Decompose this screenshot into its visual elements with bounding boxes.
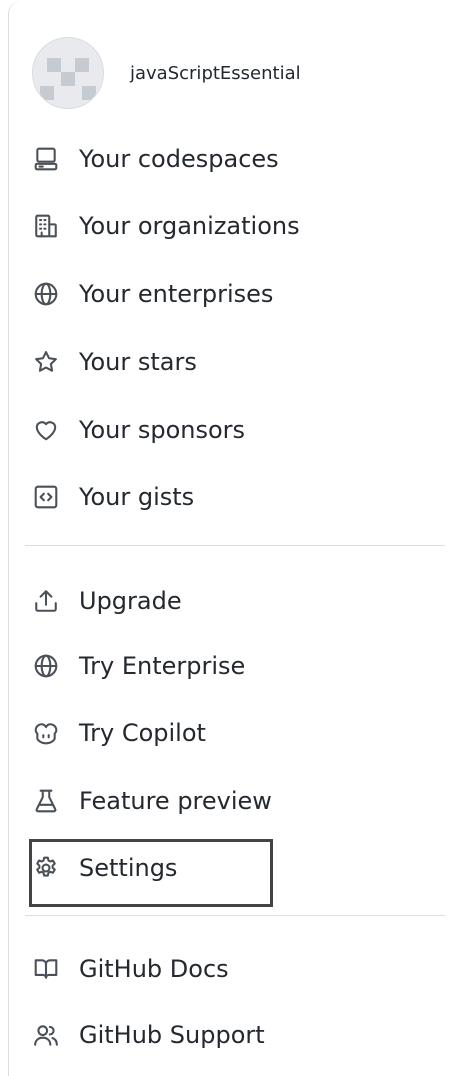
menu-item-label: Try Enterprise [79,652,246,680]
copilot-icon [33,720,59,746]
globe-icon [33,281,59,307]
menu-item-label: Settings [79,854,178,882]
organization-icon [33,213,59,239]
menu-item-label: Your sponsors [79,416,246,444]
gear-icon [33,855,59,881]
upload-icon [33,588,59,614]
menu-divider [25,915,445,916]
menu-item-github-support[interactable]: GitHub Support [25,1011,425,1059]
menu-item-your-sponsors[interactable]: Your sponsors [25,406,425,454]
menu-item-your-codespaces[interactable]: Your codespaces [25,135,425,183]
menu-item-try-copilot[interactable]: Try Copilot [25,709,425,757]
menu-item-label: Upgrade [79,587,182,615]
menu-item-your-organizations[interactable]: Your organizations [25,202,425,250]
codespaces-icon [33,146,59,172]
menu-item-try-enterprise[interactable]: Try Enterprise [25,642,425,690]
people-icon [33,1022,59,1048]
menu-item-label: Feature preview [79,787,272,815]
menu-item-your-stars[interactable]: Your stars [25,338,425,386]
username: javaScriptEssential [130,62,301,84]
menu-item-label: Your codespaces [79,145,279,173]
beaker-icon [33,788,59,814]
menu-item-label: GitHub Support [79,1021,265,1049]
star-icon [33,349,59,375]
code-square-icon [33,484,59,510]
globe-icon [33,653,59,679]
user-header[interactable]: javaScriptEssential [32,37,301,109]
menu-item-label: Your enterprises [79,280,274,308]
menu-divider [25,545,445,546]
menu-item-label: Try Copilot [79,719,206,747]
menu-item-label: Your organizations [79,212,300,240]
menu-item-label: Your stars [79,348,197,376]
menu-item-github-docs[interactable]: GitHub Docs [25,945,425,993]
menu-item-upgrade[interactable]: Upgrade [25,577,425,625]
menu-item-label: Your gists [79,483,195,511]
menu-item-your-gists[interactable]: Your gists [25,473,425,521]
menu-item-feature-preview[interactable]: Feature preview [25,777,425,825]
heart-icon [33,417,59,443]
menu-item-settings[interactable]: Settings [25,844,425,892]
menu-item-your-enterprises[interactable]: Your enterprises [25,270,425,318]
menu-item-label: GitHub Docs [79,955,229,983]
book-icon [33,956,59,982]
avatar[interactable] [32,37,104,109]
